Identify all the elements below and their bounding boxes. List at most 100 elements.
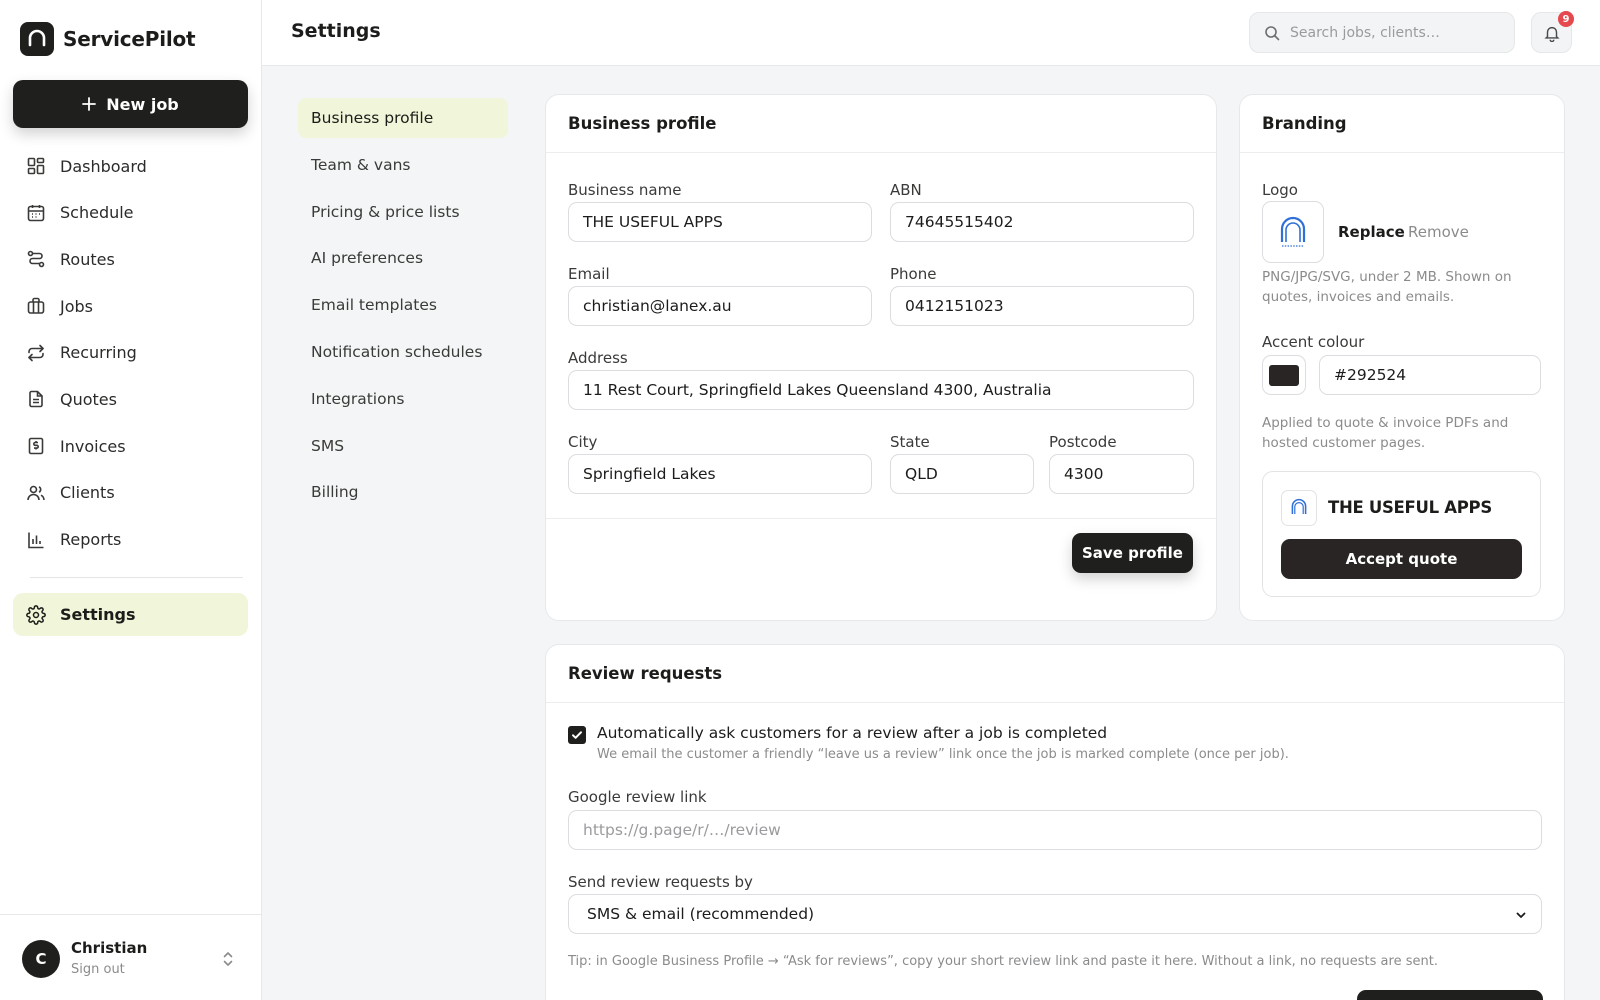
- settings-nav: Business profile Team & vans Pricing & p…: [298, 98, 508, 519]
- accept-quote-preview-button: Accept quote: [1281, 539, 1522, 579]
- card-title: Branding: [1240, 95, 1564, 153]
- google-link-label: Google review link: [568, 788, 707, 806]
- branding-card: Branding Logo Replace Remove PNG/JPG/SVG…: [1239, 94, 1565, 621]
- settings-nav-integrations[interactable]: Integrations: [298, 379, 508, 419]
- users-icon: [27, 485, 45, 500]
- nav-label: Jobs: [60, 296, 93, 316]
- phone-label: Phone: [890, 265, 937, 283]
- brand[interactable]: ServicePilot: [20, 22, 196, 56]
- auto-review-hint: We email the customer a friendly “leave …: [597, 747, 1289, 762]
- nav-item-settings[interactable]: Settings: [13, 593, 248, 636]
- remove-logo-link[interactable]: Remove: [1408, 223, 1469, 241]
- state-label: State: [890, 433, 930, 451]
- accent-colour-field[interactable]: #292524: [1319, 355, 1541, 395]
- bell-icon: [1543, 26, 1560, 42]
- nav-label: Settings: [60, 605, 136, 624]
- replace-logo-link[interactable]: Replace: [1338, 223, 1405, 241]
- email-field[interactable]: christian@lanex.au: [568, 286, 872, 326]
- send-by-select[interactable]: SMS & email (recommended): [568, 894, 1542, 934]
- city-value: Springfield Lakes: [583, 465, 716, 483]
- nav-item-dashboard[interactable]: Dashboard: [13, 144, 248, 188]
- nav-item-reports[interactable]: Reports: [13, 518, 248, 562]
- notifications-button[interactable]: 9: [1531, 11, 1574, 53]
- notification-badge: 9: [1558, 11, 1574, 27]
- app-name: ServicePilot: [63, 27, 196, 51]
- postcode-field[interactable]: 4300: [1049, 454, 1194, 494]
- nav-label: Invoices: [60, 436, 126, 456]
- nav-item-jobs[interactable]: Jobs: [13, 284, 248, 328]
- city-field[interactable]: Springfield Lakes: [568, 454, 872, 494]
- search-icon: [1265, 25, 1280, 40]
- logo-label: Logo: [1262, 181, 1298, 199]
- nav-label: Routes: [60, 249, 115, 269]
- nav-item-routes[interactable]: Routes: [13, 237, 248, 281]
- nav-label: Clients: [60, 483, 115, 503]
- send-by-value: SMS & email (recommended): [587, 905, 815, 923]
- settings-nav-business-profile[interactable]: Business profile: [298, 98, 508, 138]
- settings-nav-team-vans[interactable]: Team & vans: [298, 145, 508, 185]
- invoice-icon: [28, 437, 44, 455]
- postcode-value: 4300: [1064, 465, 1104, 483]
- google-review-link-input[interactable]: https://g.page/r/…/review: [568, 810, 1542, 850]
- sign-out-link[interactable]: Sign out: [71, 962, 125, 977]
- auto-review-checkbox[interactable]: [568, 726, 586, 744]
- review-requests-card: Review requests Automatically ask custom…: [545, 644, 1565, 1000]
- dashboard-icon: [27, 157, 45, 175]
- sidebar: ServicePilot New job Dashboard Schedule …: [0, 0, 262, 1000]
- business-name-field[interactable]: THE USEFUL APPS: [568, 202, 872, 242]
- settings-nav-sms[interactable]: SMS: [298, 426, 508, 466]
- email-label: Email: [568, 265, 610, 283]
- user-menu[interactable]: C Christian Sign out: [0, 914, 262, 1000]
- nav-item-invoices[interactable]: Invoices: [13, 424, 248, 468]
- briefcase-icon: [27, 297, 45, 314]
- address-field[interactable]: 11 Rest Court, Springfield Lakes Queensl…: [568, 370, 1194, 410]
- accent-colour-value: #292524: [1334, 366, 1407, 384]
- phone-field[interactable]: 0412151023: [890, 286, 1194, 326]
- nav-label: Quotes: [60, 389, 117, 409]
- address-label: Address: [568, 349, 628, 367]
- state-value: QLD: [905, 465, 938, 483]
- card-title: Business profile: [546, 95, 1216, 153]
- save-profile-button[interactable]: Save profile: [1072, 533, 1193, 573]
- settings-nav-email-templates[interactable]: Email templates: [298, 285, 508, 325]
- avatar: C: [22, 940, 60, 978]
- abn-field[interactable]: 74645515402: [890, 202, 1194, 242]
- phone-value: 0412151023: [905, 297, 1004, 315]
- nav-item-clients[interactable]: Clients: [13, 471, 248, 515]
- search-input[interactable]: [1290, 24, 1500, 41]
- app-logo-icon: [20, 22, 54, 56]
- logo-hint: PNG/JPG/SVG, under 2 MB. Shown on quotes…: [1262, 269, 1512, 305]
- chevron-down-icon: [1516, 912, 1526, 918]
- accent-colour-picker[interactable]: [1262, 355, 1306, 395]
- nav-label: Reports: [60, 530, 122, 549]
- nav-label: Dashboard: [60, 156, 147, 176]
- auto-review-label: Automatically ask customers for a review…: [597, 724, 1108, 742]
- nav-item-quotes[interactable]: Quotes: [13, 377, 248, 421]
- main-nav: Dashboard Schedule Routes Jobs Recurring…: [13, 144, 248, 564]
- accent-hint: Applied to quote & invoice PDFs and host…: [1262, 415, 1509, 451]
- state-field[interactable]: QLD: [890, 454, 1034, 494]
- chevron-up-down-icon[interactable]: [222, 950, 234, 968]
- nav-item-schedule[interactable]: Schedule: [13, 191, 248, 235]
- nav-item-recurring[interactable]: Recurring: [13, 331, 248, 375]
- business-logo: [1262, 201, 1324, 263]
- check-icon: [572, 731, 582, 739]
- useful-apps-logo-icon: [1291, 498, 1307, 514]
- save-review-settings-button[interactable]: [1357, 990, 1543, 1000]
- settings-nav-pricing[interactable]: Pricing & price lists: [298, 192, 508, 232]
- settings-nav-billing[interactable]: Billing: [298, 472, 508, 512]
- gear-icon: [26, 604, 46, 625]
- route-icon: [27, 251, 45, 268]
- abn-label: ABN: [890, 181, 922, 199]
- search-box[interactable]: [1249, 12, 1515, 53]
- google-link-placeholder: https://g.page/r/…/review: [583, 821, 781, 839]
- send-by-label: Send review requests by: [568, 873, 753, 891]
- new-job-button[interactable]: New job: [13, 80, 248, 128]
- accent-colour-label: Accent colour: [1262, 333, 1365, 351]
- preview-business-name: THE USEFUL APPS: [1328, 498, 1492, 517]
- settings-nav-notification-schedules[interactable]: Notification schedules: [298, 332, 508, 372]
- settings-nav-ai-preferences[interactable]: AI preferences: [298, 238, 508, 278]
- business-name-value: THE USEFUL APPS: [583, 213, 723, 231]
- preview-logo: [1281, 490, 1317, 526]
- user-name: Christian: [71, 939, 148, 957]
